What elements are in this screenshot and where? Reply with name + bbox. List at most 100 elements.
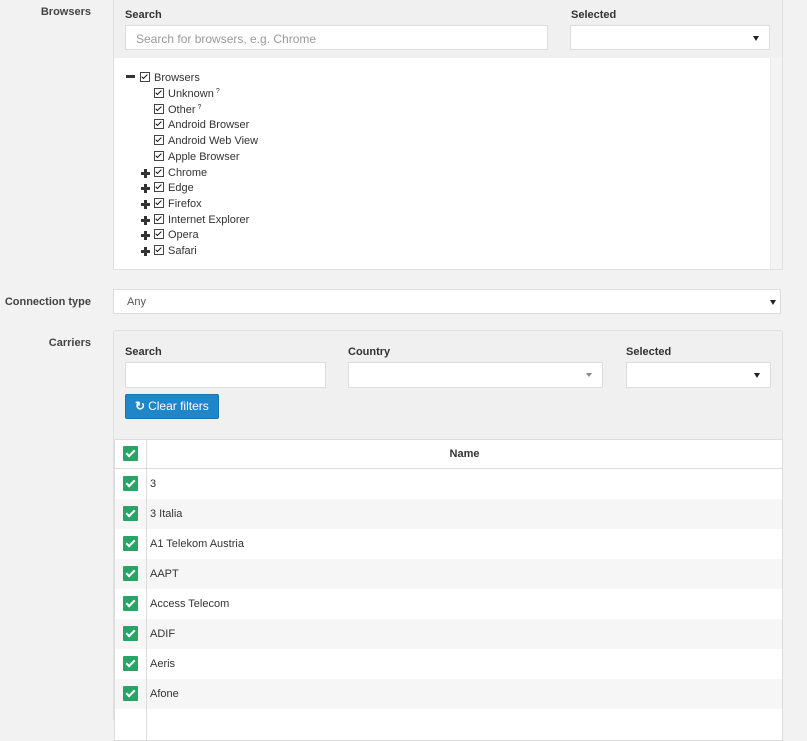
browsers-label: Browsers xyxy=(40,6,91,18)
carrier-name: Afone xyxy=(150,688,179,700)
tree-node-label: Browsers xyxy=(154,72,200,84)
carrier-name: A1 Telekom Austria xyxy=(150,538,244,550)
browsers-panel: Search Search for browsers, e.g. Chrome … xyxy=(113,0,783,59)
tree-node-other[interactable]: Other? xyxy=(154,103,201,118)
tree-node-label: Apple Browser xyxy=(168,150,240,163)
tree-checkbox[interactable] xyxy=(154,103,164,114)
tree-checkbox[interactable] xyxy=(154,119,164,130)
tree-checkbox[interactable] xyxy=(154,197,164,208)
carrier-name: ADIF xyxy=(150,628,176,640)
tree-node-chrome[interactable]: Chrome xyxy=(154,166,207,181)
tree-node-firefox[interactable]: Firefox xyxy=(154,197,202,212)
carriers-selected-select[interactable] xyxy=(626,362,771,388)
tree-checkbox[interactable] xyxy=(154,229,164,240)
connection-type-select[interactable]: Any xyxy=(113,289,781,314)
row-checkbox[interactable] xyxy=(123,536,138,551)
table-row[interactable]: Access Telecom xyxy=(115,589,782,619)
expand-icon[interactable] xyxy=(141,215,150,225)
tree-node-label: Edge xyxy=(168,182,194,195)
tree-node-root[interactable]: Browsers xyxy=(126,71,200,86)
help-marker[interactable]: ? xyxy=(198,104,202,111)
tree-checkbox[interactable] xyxy=(154,166,164,177)
table-row[interactable]: ADIF xyxy=(115,619,782,649)
chevron-down-icon xyxy=(770,299,776,305)
browsers-search-placeholder: Search for browsers, e.g. Chrome xyxy=(136,32,317,46)
row-checkbox[interactable] xyxy=(123,566,138,581)
collapse-icon[interactable] xyxy=(126,74,135,78)
tree-node-label: Other xyxy=(168,103,196,116)
select-all-checkbox[interactable] xyxy=(123,446,138,461)
row-checkbox[interactable] xyxy=(123,476,138,491)
table-row[interactable]: 3 xyxy=(115,469,782,499)
browsers-search-label: Search xyxy=(125,9,162,21)
tree-checkbox[interactable] xyxy=(154,135,164,146)
row-checkbox[interactable] xyxy=(123,656,138,671)
tree-node-label: Safari xyxy=(168,245,197,257)
expand-icon[interactable] xyxy=(141,247,150,256)
carrier-name: 3 Italia xyxy=(150,508,183,520)
tree-node-android-browser[interactable]: Android Browser xyxy=(154,118,249,133)
name-column-header[interactable]: Name xyxy=(147,440,782,468)
table-row[interactable]: 3 Italia xyxy=(115,499,782,529)
tree-node-label: Android Browser xyxy=(168,119,250,132)
browsers-search-input[interactable]: Search for browsers, e.g. Chrome xyxy=(125,25,548,50)
tree-node-label: Firefox xyxy=(168,197,202,210)
tree-checkbox[interactable] xyxy=(154,245,164,256)
row-checkbox[interactable] xyxy=(123,686,138,701)
tree-node-android-web-view[interactable]: Android Web View xyxy=(154,134,258,149)
table-row[interactable]: Afone xyxy=(115,679,782,709)
tree-node-edge[interactable]: Edge xyxy=(154,181,194,196)
country-label: Country xyxy=(348,346,391,358)
expand-icon[interactable] xyxy=(141,184,150,194)
carriers-search-label: Search xyxy=(125,346,162,358)
table-row[interactable]: Aeris xyxy=(115,649,782,679)
expand-icon[interactable] xyxy=(141,231,150,241)
chevron-down-icon xyxy=(586,373,592,377)
refresh-icon: ↻ xyxy=(135,399,146,413)
expand-icon[interactable] xyxy=(141,168,150,178)
chevron-down-icon xyxy=(754,373,760,378)
carriers-search-input[interactable] xyxy=(125,362,326,388)
help-marker[interactable]: ? xyxy=(216,88,220,95)
tree-node-label: Opera xyxy=(168,229,199,242)
carrier-name: 3 xyxy=(150,478,157,490)
chevron-down-icon xyxy=(753,35,759,41)
table-row[interactable]: A1 Telekom Austria xyxy=(115,529,782,559)
tree-node-label: Android Web View xyxy=(168,135,259,148)
tree-node-unknown[interactable]: Unknown? xyxy=(154,87,220,102)
country-select[interactable] xyxy=(348,362,603,388)
row-checkbox[interactable] xyxy=(123,626,138,641)
column-separator xyxy=(146,440,147,740)
carrier-name: AAPT xyxy=(150,568,179,580)
tree-checkbox[interactable] xyxy=(154,88,164,99)
connection-type-label: Connection type xyxy=(4,296,91,308)
tree-node-opera[interactable]: Opera xyxy=(154,228,199,243)
carrier-name: Access Telecom xyxy=(150,598,230,610)
carrier-name: Aeris xyxy=(150,658,176,670)
expand-icon[interactable] xyxy=(141,199,150,209)
tree-node-label: Chrome xyxy=(168,166,208,179)
tree-node-label: Internet Explorer xyxy=(168,213,250,226)
tree-checkbox[interactable] xyxy=(140,72,150,83)
carriers-selected-label: Selected xyxy=(626,346,672,358)
table-row[interactable]: AAPT xyxy=(115,559,782,589)
browser-tree: Browsers Unknown? Other? Android Browser And… xyxy=(113,58,783,270)
tree-scrollbar[interactable] xyxy=(770,58,782,269)
tree-checkbox[interactable] xyxy=(154,213,164,224)
tree-checkbox[interactable] xyxy=(154,150,164,161)
tree-node-internet-explorer[interactable]: Internet Explorer xyxy=(154,213,249,228)
carriers-label: Carriers xyxy=(48,337,91,349)
row-checkbox[interactable] xyxy=(123,596,138,611)
connection-type-value: Any xyxy=(127,296,146,308)
carriers-table: Name 3 3 Italia A1 Telekom Austria AAPT Acce… xyxy=(114,439,783,741)
tree-node-label: Unknown xyxy=(168,88,214,100)
browsers-selected-label: Selected xyxy=(571,9,617,21)
clear-filters-label: Clear filters xyxy=(148,399,209,413)
tree-node-safari[interactable]: Safari xyxy=(154,244,197,259)
row-checkbox[interactable] xyxy=(123,506,138,521)
carriers-panel: Search Country Selected ↻ Clear filters N… xyxy=(113,330,783,741)
tree-node-apple-browser[interactable]: Apple Browser xyxy=(154,150,240,165)
tree-checkbox[interactable] xyxy=(154,182,164,193)
clear-filters-button[interactable]: ↻ Clear filters xyxy=(125,394,219,419)
browsers-selected-select[interactable] xyxy=(570,25,770,50)
